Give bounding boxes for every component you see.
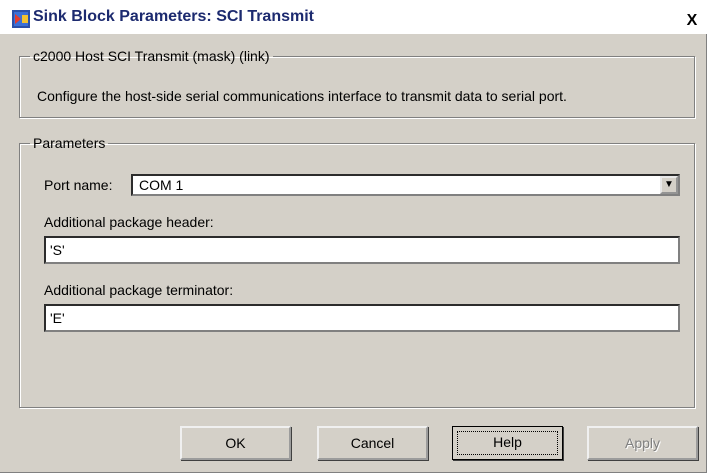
dialog-window: Sink Block Parameters: SCI Transmit X c2…	[0, 0, 707, 473]
chevron-down-icon[interactable]: ▼	[660, 176, 678, 194]
simulink-block-icon	[12, 10, 30, 28]
package-header-field[interactable]	[44, 236, 680, 264]
window-title: Sink Block Parameters: SCI Transmit	[33, 8, 314, 25]
package-terminator-input[interactable]	[46, 306, 678, 330]
close-button[interactable]: X	[682, 12, 702, 30]
focus-indicator	[457, 431, 558, 455]
package-header-label: Additional package header:	[44, 214, 214, 230]
mask-group-legend: c2000 Host SCI Transmit (mask) (link)	[33, 48, 270, 64]
cancel-button[interactable]: Cancel	[317, 426, 428, 460]
port-name-value: COM 1	[139, 177, 184, 193]
package-terminator-field[interactable]	[44, 304, 680, 332]
help-button[interactable]: Help	[452, 426, 563, 460]
title-bar[interactable]: Sink Block Parameters: SCI Transmit X	[0, 0, 707, 34]
package-terminator-label: Additional package terminator:	[44, 282, 234, 298]
port-name-label: Port name:	[44, 177, 113, 193]
mask-description-group: c2000 Host SCI Transmit (mask) (link)	[19, 48, 695, 118]
port-name-select[interactable]: COM 1 ▼	[131, 174, 680, 196]
package-header-input[interactable]	[46, 238, 678, 262]
apply-button[interactable]: Apply	[587, 426, 698, 460]
ok-button[interactable]: OK	[180, 426, 291, 460]
mask-description-text: Configure the host-side serial communica…	[37, 88, 567, 104]
parameters-legend: Parameters	[33, 135, 106, 151]
